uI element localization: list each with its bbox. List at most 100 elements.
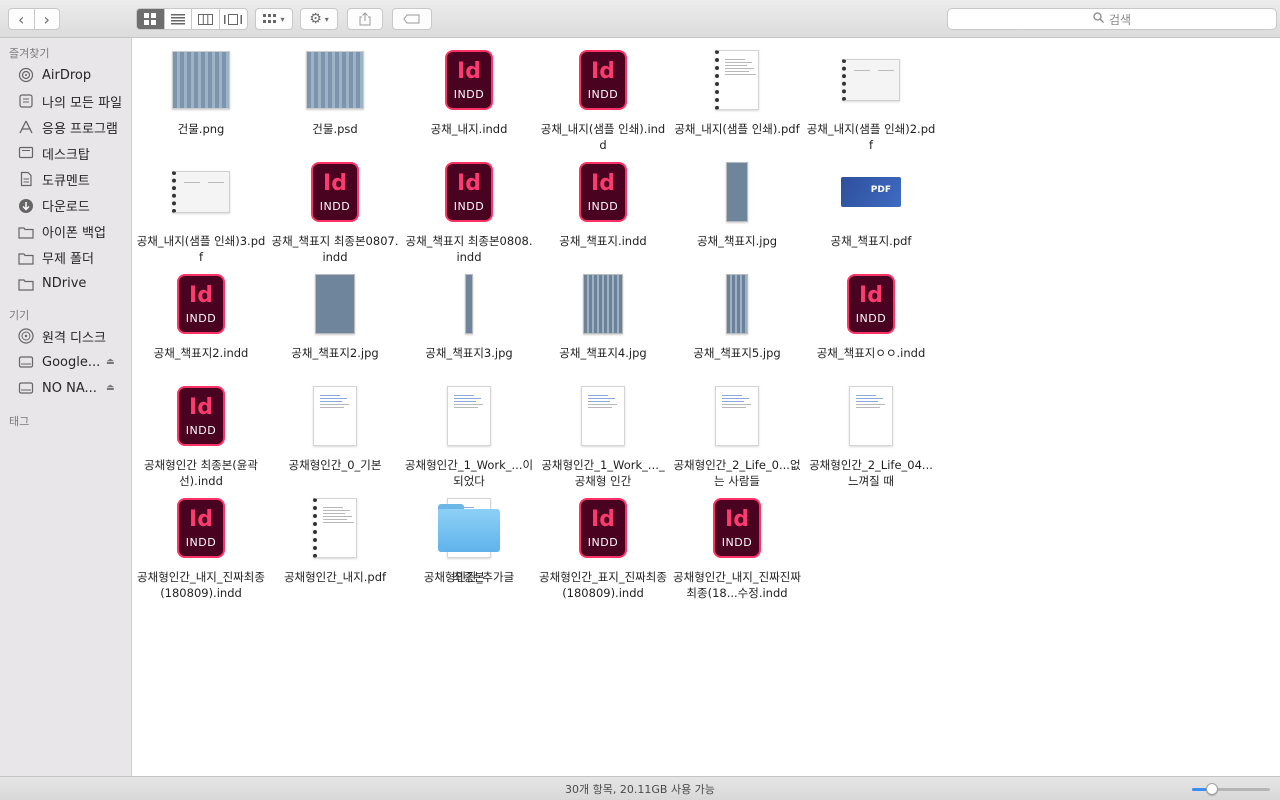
sidebar-item-dev-1[interactable]: Google... ⏏ — [16, 351, 128, 373]
sidebar-item-fav-3[interactable]: 데스크탑 — [16, 142, 128, 164]
indesign-file-icon: Id INDD — [713, 498, 761, 558]
column-view-button[interactable] — [192, 9, 220, 29]
list-view-icon — [170, 13, 185, 24]
sidebar-item-dev-0[interactable]: 원격 디스크 — [16, 325, 128, 347]
file-item[interactable]: Id INDD 공채_책표지.indd — [536, 157, 670, 249]
file-name: 공채형인간_0_기본 — [288, 458, 382, 472]
file-item[interactable]: Id INDD 공채형인간_표지_진짜최종(180809).indd — [536, 493, 670, 601]
image-thumbnail — [726, 162, 748, 222]
file-thumbnail — [166, 157, 236, 227]
file-thumbnail — [300, 269, 370, 339]
file-name: 공채_책표지4.jpg — [559, 346, 647, 360]
file-thumbnail: Id INDD — [166, 493, 236, 563]
slider-knob[interactable] — [1205, 783, 1218, 795]
file-item[interactable]: 공채_내지(샘플 인쇄)2.pdf — [804, 45, 938, 153]
file-thumbnail — [300, 381, 370, 451]
share-button[interactable] — [347, 8, 383, 30]
pdf-document-icon — [172, 171, 230, 213]
file-item[interactable]: Id INDD 공채_책표지 최종본0807.indd — [268, 157, 402, 265]
file-item[interactable]: 공채형인간_2_Life_04...느껴질 때 — [804, 381, 938, 489]
sidebar-item-dev-2[interactable]: NO NA... ⏏ — [16, 377, 128, 399]
file-item[interactable]: Id INDD 공채_내지(샘플 인쇄).indd — [536, 45, 670, 153]
sidebar-item-label: 아이폰 백업 — [42, 226, 106, 242]
indesign-file-icon: Id INDD — [177, 498, 225, 558]
file-item[interactable]: Id INDD 공채형인간_내지_진짜최종(180809).indd — [134, 493, 268, 601]
status-bar: 30개 항목, 20.11GB 사용 가능 — [0, 776, 1280, 800]
sidebar-item-label: 도큐멘트 — [42, 173, 90, 189]
gallery-view-button[interactable] — [220, 9, 247, 29]
file-item[interactable]: Id INDD 공채_책표지 최종본0808.indd — [402, 157, 536, 265]
sidebar-item-fav-6[interactable]: 아이폰 백업 — [16, 221, 128, 243]
file-name: 공채_책표지.pdf — [830, 234, 912, 248]
sidebar-item-fav-8[interactable]: NDrive — [16, 273, 128, 295]
file-item[interactable]: 공채_책표지5.jpg — [670, 269, 804, 361]
file-name: 건물.psd — [312, 122, 358, 136]
sidebar-item-fav-0[interactable]: AirDrop — [16, 64, 128, 86]
file-item[interactable]: Id INDD 공채_책표지2.indd — [134, 269, 268, 361]
file-item[interactable]: 공채형인간_1_Work_...이 되었다 — [402, 381, 536, 489]
forward-button[interactable]: › — [35, 9, 60, 29]
sidebar-item-fav-4[interactable]: 도큐멘트 — [16, 168, 128, 190]
folder-icon — [438, 504, 500, 552]
indesign-file-icon: Id INDD — [445, 50, 493, 110]
group-by-button[interactable]: ▾ — [255, 8, 293, 30]
sidebar-item-fav-2[interactable]: 응용 프로그램 — [16, 116, 128, 138]
file-item[interactable]: 건물.png — [134, 45, 268, 137]
file-item[interactable]: Id INDD 공채형인간_내지_진짜진짜최종(18...수정.indd — [670, 493, 804, 601]
text-document-icon — [447, 386, 491, 446]
tags-button[interactable] — [392, 8, 432, 30]
chevron-right-icon: › — [43, 9, 50, 29]
file-item[interactable]: 공채형인간_2_Life_0...없는 사람들 — [670, 381, 804, 489]
toolbar: ‹ › ▾ ⚙ ▾ 검색 — [0, 0, 1280, 38]
indesign-file-icon: Id INDD — [579, 50, 627, 110]
file-item[interactable]: 공채형인간_내지.pdf — [268, 493, 402, 585]
file-name: 최종본 — [453, 570, 485, 584]
sidebar-item-fav-7[interactable]: 무제 폴더 — [16, 247, 128, 269]
file-item[interactable]: 공채_내지(샘플 인쇄)3.pdf — [134, 157, 268, 265]
folder-icon — [16, 223, 36, 241]
indesign-file-icon: Id INDD — [177, 274, 225, 334]
file-thumbnail — [166, 45, 236, 115]
drive-icon — [16, 379, 36, 397]
eject-icon[interactable]: ⏏ — [106, 383, 115, 393]
sidebar-item-fav-1[interactable]: 나의 모든 파일 — [16, 90, 128, 112]
file-item[interactable]: 공채형인간_0_기본 — [268, 381, 402, 473]
file-item[interactable]: Id INDD 공채형인간 최종본(윤곽선).indd — [134, 381, 268, 489]
file-thumbnail — [300, 45, 370, 115]
list-view-button[interactable] — [165, 9, 192, 29]
file-item[interactable]: 공채_내지(샘플 인쇄).pdf — [670, 45, 804, 137]
sidebar-item-label: 데스크탑 — [42, 147, 90, 163]
file-item[interactable]: 공채형인간_1_Work_..._공채형 인간 — [536, 381, 670, 489]
status-text: 30개 항목, 20.11GB 사용 가능 — [565, 782, 715, 796]
icon-size-slider[interactable] — [1192, 783, 1270, 795]
sidebar-item-label: 다운로드 — [42, 200, 90, 215]
back-button[interactable]: ‹ — [9, 9, 35, 29]
file-item[interactable]: PDF 공채_책표지.pdf — [804, 157, 938, 249]
search-field[interactable]: 검색 — [947, 8, 1277, 30]
file-name: 공채_내지.indd — [430, 122, 508, 136]
file-item[interactable]: 건물.psd — [268, 45, 402, 137]
sidebar-item-fav-5[interactable]: 다운로드 — [16, 195, 128, 217]
sidebar-item-label: AirDrop — [42, 67, 92, 83]
file-item[interactable]: 공채_책표지3.jpg — [402, 269, 536, 361]
file-name: 공채_내지(샘플 인쇄)2.pdf — [806, 122, 936, 152]
folder-icon — [16, 249, 36, 267]
file-item[interactable]: Id INDD 공채_책표지ㅇㅇ.indd — [804, 269, 938, 361]
file-item[interactable]: 공채_책표지4.jpg — [536, 269, 670, 361]
search-placeholder: 검색 — [1108, 12, 1132, 27]
file-name: 공채_책표지.jpg — [696, 234, 778, 248]
group-grid-icon — [263, 14, 277, 23]
icon-view-button[interactable] — [137, 9, 165, 29]
file-name: 공채형인간_1_Work_..._공채형 인간 — [541, 458, 665, 488]
file-item[interactable]: 공채_책표지.jpg — [670, 157, 804, 249]
action-button[interactable]: ⚙ ▾ — [300, 8, 338, 30]
file-item[interactable]: 공채_책표지2.jpg — [268, 269, 402, 361]
indesign-file-icon: Id INDD — [579, 498, 627, 558]
file-name: 공채_책표지3.jpg — [425, 346, 513, 360]
file-item[interactable]: Id INDD 공채_내지.indd — [402, 45, 536, 137]
drive-icon — [16, 353, 36, 371]
file-thumbnail: Id INDD — [568, 45, 638, 115]
file-item[interactable]: 최종본 — [402, 493, 536, 585]
eject-icon[interactable]: ⏏ — [106, 357, 115, 367]
file-thumbnail — [434, 493, 504, 563]
